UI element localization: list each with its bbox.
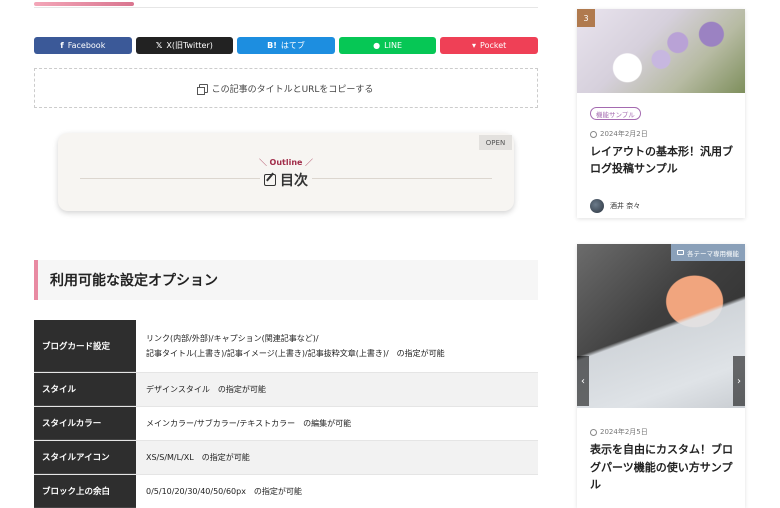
table-row: スタイルカラー メインカラー/サブカラー/テキストカラー の編集が可能 [34,407,538,441]
share-buttons: f Facebook 𝕏 X(旧Twitter) B! はてブ ● LINE ▾… [34,37,538,54]
pocket-icon: ▾ [472,41,477,50]
table-row-header: ブログカード設定 [34,320,136,372]
share-facebook-label: Facebook [67,41,106,50]
share-line-button[interactable]: ● LINE [338,37,437,54]
table-row: スタイル デザインスタイル の指定が可能 [34,373,538,407]
article-title-link[interactable]: レイアウトの基本形！汎用ブログ投稿サンプル [590,143,740,177]
table-row-header: スタイルカラー [34,407,136,440]
share-line-label: LINE [384,41,402,50]
table-row-value: XS/S/M/L/XL の指定が可能 [136,441,538,474]
table-row-value: リンク(内部/外部)/キャプション(関連記事など)/ 記事タイトル(上書き)/記… [136,320,538,372]
table-cell-line: メインカラー/サブカラー/テキストカラー の編集が可能 [146,419,352,428]
reading-progress-bar [34,0,538,8]
table-cell-line: XS/S/M/L/XL の指定が可能 [146,453,250,462]
category-tag-text: 各テーマ専用機能 [687,249,739,258]
share-x-label: X(旧Twitter) [166,41,213,50]
ranking-article-card[interactable]: 3 機能サンプル 2024年2月2日 レイアウトの基本形！汎用ブログ投稿サンプル… [577,9,745,218]
category-pill[interactable]: 機能サンプル [590,107,641,120]
table-cell-line: リンク(内部/外部)/キャプション(関連記事など)/ [146,334,319,343]
article-title-link[interactable]: 表示を自由にカスタム！ブログパーツ機能の使い方サンプル [590,441,740,494]
avatar [590,199,604,213]
x-icon: 𝕏 [155,41,163,50]
toc-title-text: 目次 [280,173,308,189]
slider-next-button[interactable]: › [733,356,745,406]
author[interactable]: 酒井 奈々 [590,199,640,213]
folder-icon [677,250,684,255]
share-hatena-button[interactable]: B! はてブ [237,37,335,54]
share-x-button[interactable]: 𝕏 X(旧Twitter) [135,37,234,54]
settings-table: ブログカード設定 リンク(内部/外部)/キャプション(関連記事など)/ 記事タイ… [34,320,538,508]
table-row-value: メインカラー/サブカラー/テキストカラー の編集が可能 [136,407,538,440]
line-icon: ● [373,41,381,50]
table-row-header: スタイルアイコン [34,441,136,474]
post-date: 2024年2月5日 [590,427,648,437]
share-hatena-label: はてブ [280,41,305,50]
hatena-icon: B! [267,41,277,50]
edit-icon [264,174,276,186]
article-thumbnail[interactable] [577,9,745,93]
clock-icon [590,428,597,436]
category-tag[interactable]: 各テーマ専用機能 [671,244,745,261]
table-row: ブログカード設定 リンク(内部/外部)/キャプション(関連記事など)/ 記事タイ… [34,320,538,373]
toc-open-button[interactable]: OPEN [479,135,512,150]
article-thumbnail[interactable] [577,244,745,408]
toc-outline-label: ＼ Outline ／ [258,158,314,167]
facebook-icon: f [60,41,64,50]
table-of-contents: OPEN ＼ Outline ／ 目次 [58,133,514,211]
section-heading: 利用可能な設定オプション [34,260,538,300]
featured-article-slider[interactable]: 各テーマ専用機能 ‹ › 2024年2月5日 表示を自由にカスタム！ブログパーツ… [577,244,745,508]
toc-outline-text: Outline [269,158,303,167]
table-row-value: 0/5/10/20/30/40/50/60px の指定が可能 [136,475,538,508]
copy-title-url-button[interactable]: この記事のタイトルとURLをコピーする [34,68,538,108]
table-cell-line: 記事タイトル(上書き)/記事イメージ(上書き)/記事抜粋文章(上書き)/ の指定… [146,349,445,358]
share-pocket-button[interactable]: ▾ Pocket [440,37,538,54]
table-row: ブロック上の余白 0/5/10/20/30/40/50/60px の指定が可能 [34,475,538,508]
copy-title-url-label: この記事のタイトルとURLをコピーする [211,84,374,95]
clock-icon [590,130,597,138]
post-date: 2024年2月2日 [590,129,648,139]
author-name: 酒井 奈々 [610,202,641,210]
copy-icon [196,83,208,95]
table-row-value: デザインスタイル の指定が可能 [136,373,538,406]
post-date-text: 2024年2月5日 [600,428,648,436]
toc-title: 目次 [58,170,514,190]
post-date-text: 2024年2月2日 [600,130,648,138]
article-card-body: 機能サンプル 2024年2月2日 レイアウトの基本形！汎用ブログ投稿サンプル 酒… [577,93,745,218]
page: f Facebook 𝕏 X(旧Twitter) B! はてブ ● LINE ▾… [0,0,780,508]
slider-prev-button[interactable]: ‹ [577,356,589,406]
table-cell-line: デザインスタイル の指定が可能 [146,385,266,394]
table-row-header: ブロック上の余白 [34,475,136,508]
table-row: スタイルアイコン XS/S/M/L/XL の指定が可能 [34,441,538,475]
rank-badge: 3 [577,9,595,27]
table-cell-line: 0/5/10/20/30/40/50/60px の指定が可能 [146,487,302,496]
share-pocket-label: Pocket [480,41,507,50]
table-row-header: スタイル [34,373,136,406]
share-facebook-button[interactable]: f Facebook [34,37,132,54]
reading-progress-fill [34,2,134,6]
